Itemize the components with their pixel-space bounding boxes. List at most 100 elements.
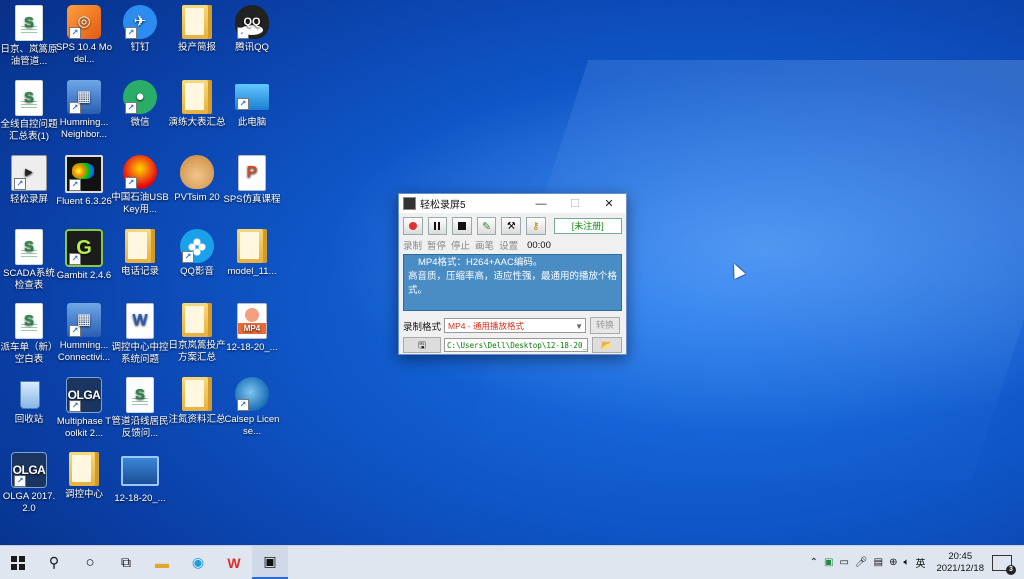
desktop-icon-label: Multiphase Toolkit 2... (56, 416, 112, 439)
volume-icon[interactable]: 🔈︎ (903, 557, 909, 568)
desktop-icon-label: 派车单（新）空白表 (0, 342, 58, 365)
title-bar[interactable]: 轻松录屏5 — ☐ ✕ (399, 194, 626, 213)
desktop-icon[interactable]: ✈ ↗ 钉钉 (111, 5, 169, 54)
desktop-icon[interactable]: ↗ 此电脑 (223, 80, 281, 129)
shortcut-arrow-icon: ↗ (182, 251, 194, 263)
desktop-icon-label: 此电脑 (237, 117, 267, 128)
save-path-button[interactable]: 🖫 (403, 337, 441, 353)
desktop-icon[interactable]: 投产简报 (168, 5, 226, 54)
desktop-icon[interactable]: ↗ 中国石油USBKey用... (111, 155, 169, 216)
desktop-icon[interactable]: OLGA ↗ OLGA 2017.2.0 (0, 452, 58, 515)
desktop-icon-label: 12-18-20_... (114, 493, 166, 504)
screen-recorder-window[interactable]: 轻松录屏5 — ☐ ✕ ✎ ⚒ ⚷ [未注册] 录制 暂停 停止 画笔 设置 0… (398, 193, 627, 355)
desktop-icon[interactable]: 调控中心 (55, 452, 113, 501)
qq-icon: QQ ↗ (235, 5, 269, 39)
desktop-icon[interactable]: ▦ ↗ Humming... Neighbor... (55, 80, 113, 141)
save-path-field[interactable]: C:\Users\Dell\Desktop\12-18-20_4 (444, 338, 588, 352)
recycle-bin-icon (12, 377, 46, 411)
desktop-icon-label: 管道沿线居民反馈问... (111, 416, 169, 439)
ime-indicator[interactable]: 英 (915, 555, 925, 570)
icon-glyph: S (23, 312, 34, 329)
icon-glyph: S (23, 238, 34, 255)
convert-button[interactable]: 转换 (590, 317, 621, 334)
desktop-icon[interactable]: ▶ ↗ 轻松录屏 (0, 155, 58, 206)
desktop-icon[interactable]: PVTsim 20 (168, 155, 226, 204)
battery-icon[interactable]: ▭ (839, 557, 848, 568)
wechat-icon: ● ↗ (123, 80, 157, 114)
recorder-tray-icon[interactable]: ▣ (824, 557, 833, 568)
format-select[interactable]: MP4 - 通用播放格式 ▼ (444, 318, 587, 333)
desktop-icon-label: 轻松录屏 (9, 194, 48, 205)
folder-open-icon: 📂 (601, 340, 613, 350)
desktop-icon[interactable]: ↗ QQ影音 (168, 229, 226, 278)
desktop-icon-label: 回收站 (14, 414, 44, 425)
microphone-icon[interactable]: 🎤︎ (855, 557, 868, 568)
close-button[interactable]: ✕ (592, 194, 626, 213)
minimize-button[interactable]: — (524, 194, 558, 213)
start-button[interactable] (0, 546, 36, 579)
desktop-icon[interactable]: MP4 12-18-20_... (223, 303, 281, 354)
path-row: 🖫 C:\Users\Dell\Desktop\12-18-20_4 📂 (399, 334, 626, 353)
desktop-icon[interactable]: 回收站 (0, 377, 58, 426)
icon-glyph: ▦ (76, 311, 92, 328)
desktop-icon[interactable]: 电话记录 (111, 229, 169, 278)
desktop-icon[interactable]: P SPS仿真课程 (223, 155, 281, 206)
desktop-icon-label: 调控中心 (64, 489, 103, 500)
desktop-icon[interactable]: 日京岚篙投产方案汇总 (168, 303, 226, 364)
folder-icon (182, 5, 212, 39)
desktop-icon[interactable]: ◎ ↗ SPS 10.4 Model... (55, 5, 113, 66)
open-folder-button[interactable]: 📂 (592, 337, 622, 353)
maximize-button[interactable]: ☐ (558, 194, 592, 213)
desktop-icon[interactable]: ▦ ↗ Humming... Connectivi... (55, 303, 113, 364)
desktop-icon[interactable]: S 管道沿线居民反馈问... (111, 377, 169, 440)
desktop-icon[interactable]: model_11... (223, 229, 281, 278)
mp4-file-icon: MP4 (237, 303, 267, 339)
desktop-icon[interactable]: QQ ↗ 腾讯QQ (223, 5, 281, 54)
desktop-icon[interactable]: 12-18-20_... (111, 452, 169, 505)
format-label: 录制格式 (403, 321, 442, 333)
folder-icon: ▬ (155, 554, 169, 571)
notification-center-button[interactable]: 3 (992, 554, 1016, 575)
globe-icon[interactable]: ⊕ (889, 557, 897, 568)
unregistered-badge[interactable]: [未注册] (553, 218, 623, 234)
desktop-icon[interactable]: S 派车单（新）空白表 (0, 303, 58, 366)
desktop-icon[interactable]: S 日京、岚篙原油管道... (0, 5, 58, 68)
icon-glyph: ● (135, 88, 145, 105)
taskbar-file-explorer[interactable]: ▬ (144, 546, 180, 579)
network-icon[interactable]: ▤ (874, 557, 883, 568)
desktop-icon[interactable]: S 全线自控问题汇总表(1) (0, 80, 58, 143)
desktop-icon-label: Humming... Connectivi... (57, 340, 111, 363)
settings-button[interactable]: ⚒ (501, 217, 521, 235)
edge-icon: ◉ (191, 554, 205, 570)
desktop-icon[interactable]: W 调控中心中控系统问题 (111, 303, 169, 366)
cortana-button[interactable]: ○ (72, 546, 108, 579)
pen-button[interactable]: ✎ (476, 217, 497, 235)
excel-file-icon: S (15, 229, 43, 265)
taskbar-screen-recorder[interactable]: ▣ (252, 546, 288, 579)
desktop-icon[interactable]: ● ↗ 微信 (111, 80, 169, 129)
desktop-icon[interactable]: OLGA ↗ Multiphase Toolkit 2... (55, 377, 113, 440)
desktop-icon[interactable]: 演练大表汇总 (168, 80, 226, 129)
search-button[interactable]: ⚲ (36, 546, 72, 579)
desktop-icon[interactable]: ↗ Fluent 6.3.26 (55, 155, 113, 208)
desktop-icon-label: 电话记录 (120, 266, 159, 277)
taskbar-wps[interactable]: W (216, 546, 252, 579)
desktop-icon-label: 调控中心中控系统问题 (111, 342, 169, 365)
task-view-button[interactable]: ⧉ (108, 546, 144, 579)
icon-glyph: S (23, 89, 34, 106)
desktop-icon[interactable]: ↗ Calsep License... (223, 377, 281, 438)
record-button[interactable] (403, 217, 423, 235)
stop-button[interactable] (452, 217, 472, 235)
clock[interactable]: 20:45 2021/12/18 (936, 551, 984, 575)
clock-date: 2021/12/18 (936, 562, 984, 574)
help-button[interactable]: ⚷ (525, 217, 546, 235)
pause-button[interactable] (427, 217, 448, 235)
desktop-icon-label: SPS 10.4 Model... (56, 42, 112, 65)
desktop-icon[interactable]: S SCADA系统检查表 (0, 229, 58, 292)
icon-glyph: S (23, 14, 34, 31)
format-info-line1: MP4格式：H264+AAC编码。 (418, 257, 543, 268)
taskbar-edge[interactable]: ◉ (180, 546, 216, 579)
chevron-up-icon[interactable]: ⌃ (810, 557, 818, 568)
desktop-icon[interactable]: G ↗ Gambit 2.4.6 (55, 229, 113, 282)
desktop-icon[interactable]: 注氮资料汇总 (168, 377, 226, 426)
